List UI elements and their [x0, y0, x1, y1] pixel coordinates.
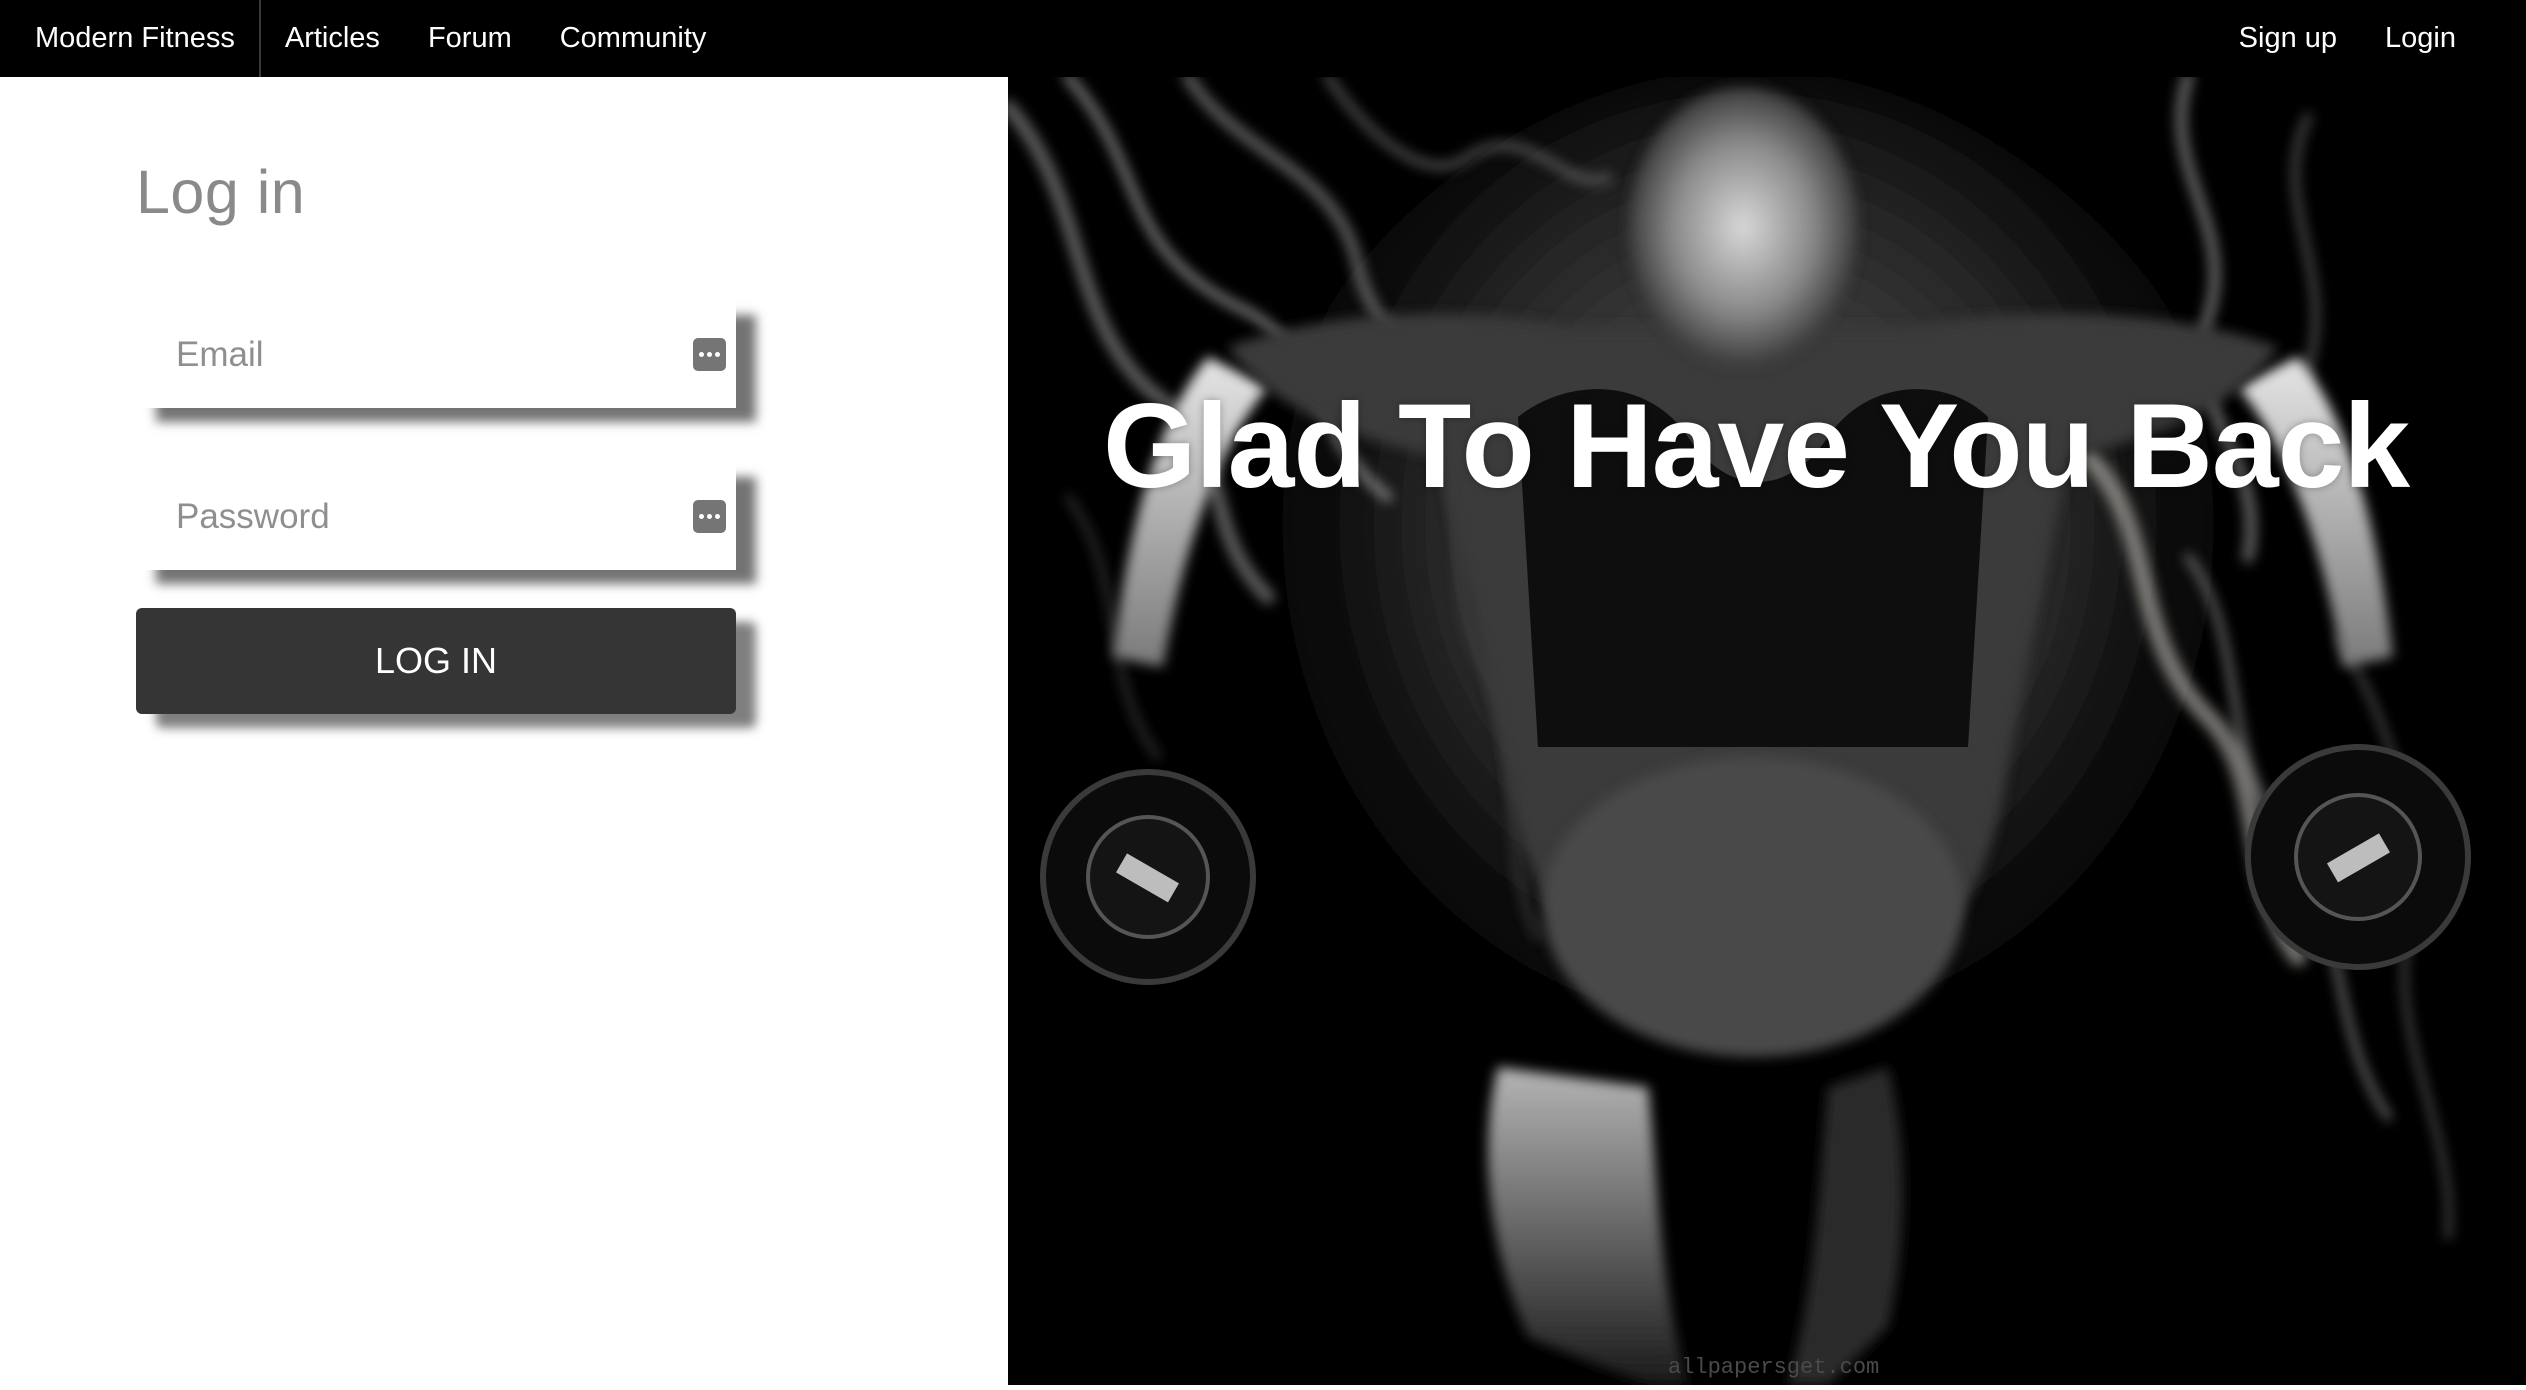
dot: [715, 352, 720, 357]
dot: [707, 352, 712, 357]
hero-photo: [1008, 77, 2526, 1385]
image-watermark: allpapersget.com: [1668, 1355, 1880, 1380]
nav-link-login[interactable]: Login: [2361, 0, 2480, 77]
hero-image-panel: Glad To Have You Back allpapersget.com: [1008, 77, 2526, 1385]
nav-left-group: Modern Fitness Articles Forum Community: [0, 0, 730, 77]
dot: [699, 352, 704, 357]
password-field-container: [136, 463, 736, 570]
nav-link-sign-up[interactable]: Sign up: [2215, 0, 2361, 77]
nav-link-forum[interactable]: Forum: [404, 0, 536, 77]
nav-right-group: Sign up Login: [2215, 0, 2526, 77]
email-autofill-icon[interactable]: [693, 338, 726, 371]
dot: [707, 514, 712, 519]
password-input[interactable]: [136, 463, 696, 570]
password-autofill-icon[interactable]: [693, 500, 726, 533]
login-title: Log in: [136, 158, 306, 226]
dot: [699, 514, 704, 519]
dot: [715, 514, 720, 519]
login-panel: Log in LOG IN: [0, 77, 1008, 1390]
hero-heading: Glad To Have You Back: [1103, 379, 2410, 513]
nav-link-community[interactable]: Community: [536, 0, 731, 77]
brand-link[interactable]: Modern Fitness: [0, 0, 261, 77]
email-field-container: [136, 301, 736, 408]
login-submit-button[interactable]: LOG IN: [136, 608, 736, 714]
nav-link-articles[interactable]: Articles: [261, 0, 404, 77]
email-input[interactable]: [136, 301, 696, 408]
top-navbar: Modern Fitness Articles Forum Community …: [0, 0, 2526, 77]
